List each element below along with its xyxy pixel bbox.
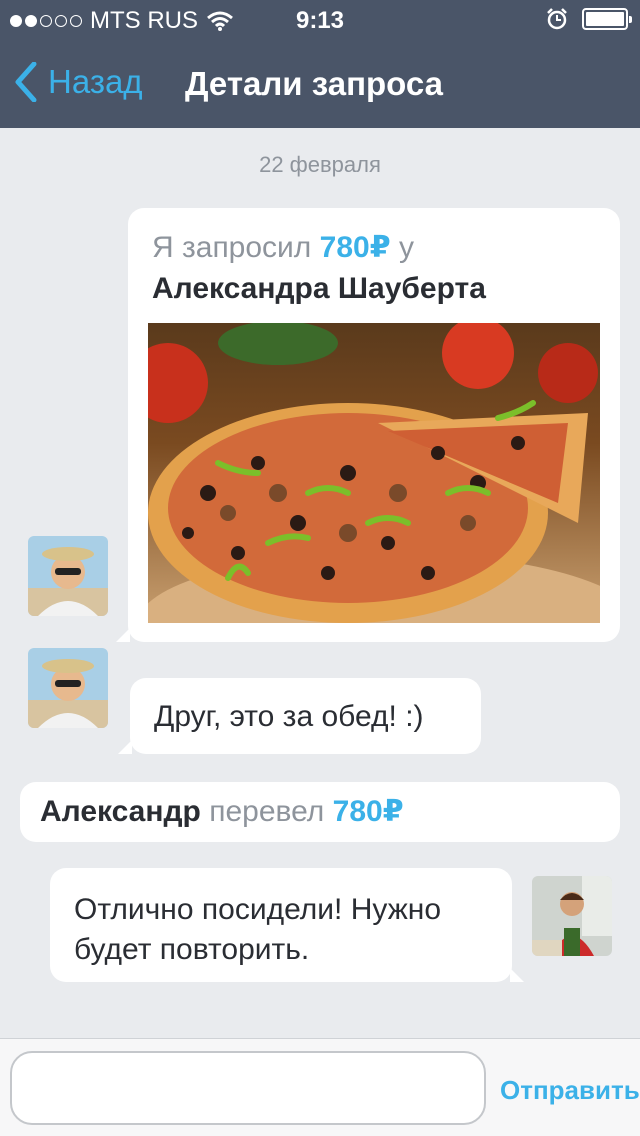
date-separator: 22 февраля <box>259 152 381 177</box>
sender-avatar[interactable] <box>28 648 108 728</box>
request-prefix: Я запросил <box>152 231 312 264</box>
request-bubble[interactable]: Я запросил 780₽ у Александра Шауберта <box>116 208 620 642</box>
composer-bar: Отправить <box>0 1038 640 1136</box>
message-text-line: будет повторить. <box>74 933 310 966</box>
transfer-currency: ₽ <box>382 795 404 828</box>
pizza-photo <box>148 323 600 623</box>
request-amount: 780 <box>319 231 370 264</box>
request-currency: ₽ <box>369 231 391 264</box>
alarm-icon <box>547 8 567 30</box>
incoming-message[interactable]: Друг, это за обед! :) <box>118 678 481 754</box>
back-button[interactable]: Назад <box>14 62 143 102</box>
battery-icon <box>582 8 632 30</box>
sender-avatar[interactable] <box>28 536 108 616</box>
clock: 9:13 <box>295 7 345 34</box>
chevron-left-icon <box>15 62 37 102</box>
message-input[interactable] <box>10 1051 486 1125</box>
transfer-amount: 780 <box>332 795 383 828</box>
message-text: Друг, это за обед! :) <box>154 700 424 733</box>
back-label: Назад <box>48 63 143 100</box>
send-button[interactable]: Отправить <box>500 1075 640 1106</box>
my-avatar[interactable] <box>532 876 612 956</box>
page-title: Детали запроса <box>185 65 444 102</box>
request-person: Александра Шауберта <box>152 272 486 305</box>
request-suffix: у <box>398 231 414 264</box>
message-text-line: Отлично посидели! Нужно <box>74 893 442 926</box>
transfer-name: Александр <box>40 795 201 828</box>
outgoing-message[interactable]: Отлично посидели! Нужно будет повторить. <box>50 868 524 982</box>
status-bar: MTS RUS 9:13 <box>0 0 640 40</box>
request-summary: Я запросил 780₽ у <box>152 230 414 265</box>
transfer-verb: перевел <box>209 795 325 828</box>
nav-bar: Назад Детали запроса <box>0 40 640 128</box>
transfer-notice: Александр перевел 780₽ <box>20 782 620 842</box>
